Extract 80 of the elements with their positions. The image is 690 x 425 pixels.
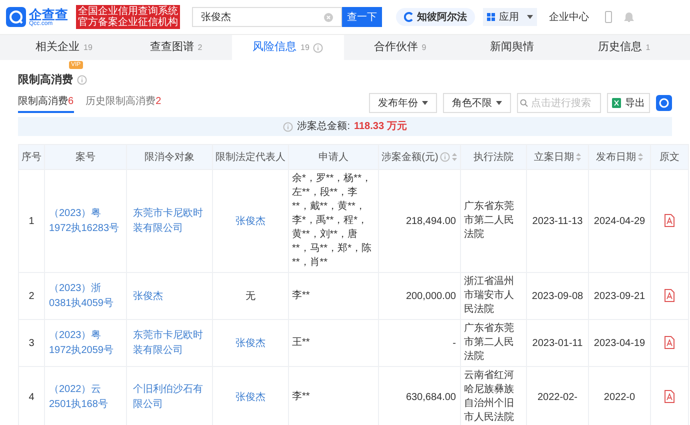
table-cell: 2023-09-08 [526, 272, 588, 320]
table-cell: 余*，罗**，杨**，左**，段**，李**，戴**，黄**，李*，禹**，程*，黄**，刘**，唐**，马**，郑*，陈**，肖** [288, 170, 378, 272]
summary-amount: 118.33 万元 [354, 120, 407, 134]
table-cell: 广东省东莞市第二人民法院 [460, 170, 526, 272]
table-cell: - [378, 320, 460, 366]
info-icon [283, 122, 294, 132]
pdf-file-icon[interactable] [664, 289, 675, 302]
certification-badge: 全国企业信用查询系统 官方备案企业征信机构 [76, 5, 180, 29]
caret-icon [496, 101, 502, 105]
section-title: 限制高消费 [18, 72, 73, 88]
column-header: 申请人 [318, 150, 348, 164]
case-number-link[interactable]: （2023）粤1972执16283号 [44, 170, 126, 272]
info-icon [77, 75, 87, 86]
column-header: 序号 [22, 150, 42, 164]
pdf-file-icon[interactable] [664, 390, 675, 404]
table-cell: 4 [18, 366, 44, 425]
sort-icon[interactable] [452, 153, 458, 161]
case-number-link[interactable]: （2023）粤1972执2059号 [44, 320, 126, 366]
caret-icon [422, 101, 428, 105]
table-cell: 2023-04-19 [588, 320, 650, 366]
table-cell: 2023-11-13 [526, 170, 588, 272]
case-number-link[interactable]: （2023）浙0381执4059号 [44, 272, 126, 320]
search-field[interactable]: 张俊杰 [192, 7, 342, 27]
legal-rep-link[interactable]: 张俊杰 [212, 320, 288, 366]
table-cell: 3 [18, 320, 44, 366]
target-link[interactable]: 张俊杰 [126, 272, 212, 320]
apps-button[interactable]: 应用 [483, 8, 537, 26]
search-button[interactable]: 查一下 [342, 7, 382, 27]
sub-tab[interactable]: 历史限制高消费2 [86, 94, 162, 112]
phone-icon[interactable] [605, 11, 612, 23]
table-cell: 218,494.00 [378, 170, 460, 272]
logo-icon [6, 7, 26, 27]
filter-dropdown[interactable]: 发布年份 [369, 93, 437, 113]
nav-tab[interactable]: 风险信息 19 [232, 35, 344, 60]
alpha-button[interactable]: 知彼阿尔法 [396, 8, 475, 26]
target-link[interactable]: 东莞市卡尼欧时装有限公司 [126, 170, 212, 272]
table-cell: 无 [212, 272, 288, 320]
table-cell: 浙江省温州市瑞安市人民法院 [460, 272, 526, 320]
enterprise-center-link[interactable]: 企业中心 [549, 10, 589, 24]
sort-icon[interactable] [638, 153, 643, 161]
table-cell: 李** [288, 272, 378, 320]
table-cell: 1 [18, 170, 44, 272]
legal-rep-link[interactable]: 张俊杰 [212, 170, 288, 272]
table-cell: 2023-09-21 [588, 272, 650, 320]
summary-label: 涉案总金额: [297, 120, 350, 134]
table-cell: 2023-01-11 [526, 320, 588, 366]
sub-tab[interactable]: 限制高消费6 [18, 94, 74, 112]
alpha-logo-icon [404, 12, 413, 22]
info-icon [440, 152, 450, 162]
column-header: 限制法定代表人 [216, 150, 286, 164]
caret-icon [527, 15, 533, 19]
clear-icon[interactable] [324, 12, 333, 22]
table-cell: 2 [18, 272, 44, 320]
nav-tab[interactable]: 历史信息 1 [568, 35, 680, 60]
table-cell: 广东省东莞市第二人民法院 [460, 320, 526, 366]
table-cell: 200,000.00 [378, 272, 460, 320]
table-cell: 2024-04-29 [588, 170, 650, 272]
logo-icon[interactable] [656, 95, 672, 111]
nav-tab[interactable]: 相关企业 19 [8, 35, 120, 60]
sort-icon[interactable] [576, 153, 581, 161]
column-header: 限消令对象 [144, 150, 194, 164]
filter-dropdown[interactable]: 角色不限 [443, 93, 511, 113]
spreadsheet-icon [612, 98, 621, 108]
export-button[interactable]: 导出 [607, 93, 650, 113]
column-header: 案号 [76, 150, 96, 164]
search-input[interactable]: 点击进行搜索 [517, 93, 601, 113]
column-header: 执行法院 [474, 150, 514, 164]
bell-icon[interactable] [624, 12, 634, 22]
column-header: 原文 [660, 150, 680, 164]
pdf-file-icon[interactable] [664, 214, 675, 228]
table-cell: 王** [288, 320, 378, 366]
nav-tab[interactable]: 查查图谱 2 [120, 35, 232, 60]
logo-name: 企查查 [29, 8, 68, 20]
target-link[interactable]: 东莞市卡尼欧时装有限公司 [126, 320, 212, 366]
grid-icon [487, 13, 495, 21]
nav-tab[interactable]: 新闻舆情 [456, 35, 568, 60]
nav-tab[interactable]: 合作伙伴 9 [344, 35, 456, 60]
pdf-file-icon[interactable] [664, 336, 675, 350]
info-icon [313, 42, 324, 52]
search-icon [520, 99, 528, 107]
